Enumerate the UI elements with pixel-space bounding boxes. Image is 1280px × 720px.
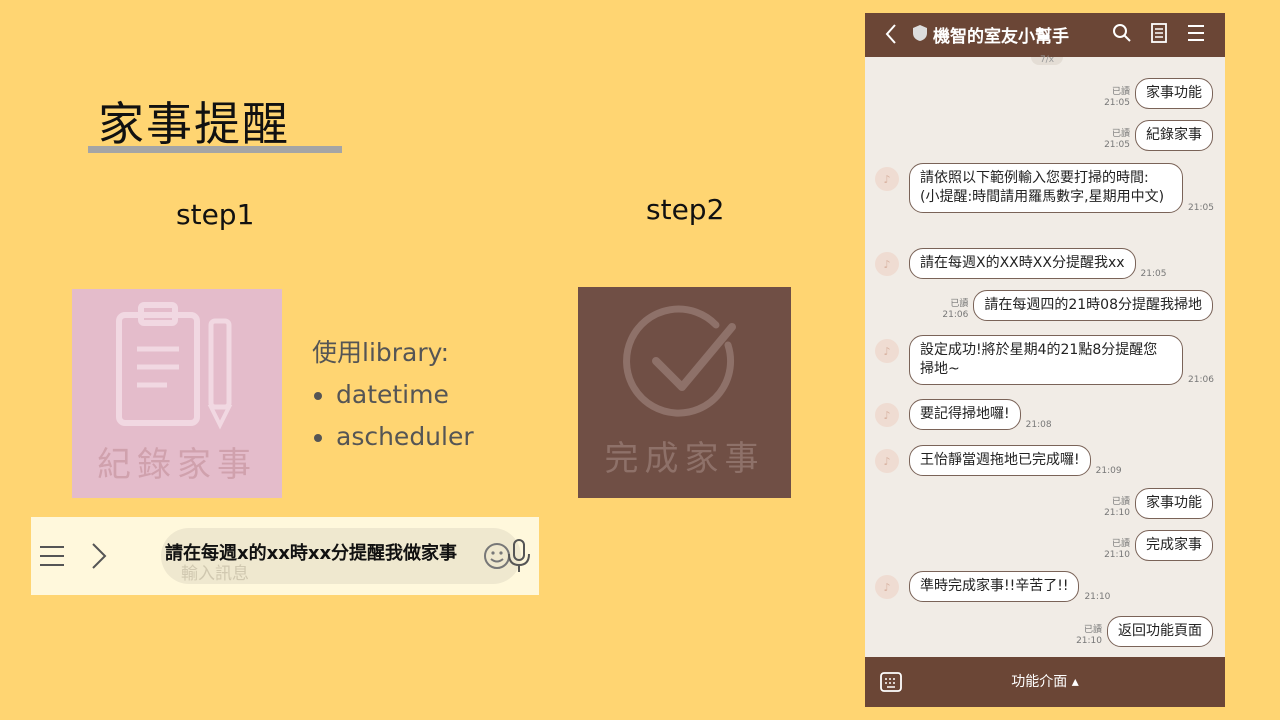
message-input-bar: 輸入訊息 請在每週x的xx時xx分提醒我做家事 <box>31 517 539 595</box>
message-time: 21:10 <box>1104 508 1130 518</box>
message-text: 請依照以下範例輸入您要打掃的時間: (小提醒:時間請用羅馬數字,星期用中文) <box>909 163 1183 213</box>
message-text: 準時完成家事!!辛苦了!! <box>909 571 1080 602</box>
clipboard-pen-icon <box>116 302 233 430</box>
message-time: 21:05 <box>1104 98 1130 108</box>
message-text: 請在每週四的21時08分提醒我掃地 <box>973 290 1213 321</box>
bot-avatar: ♪ <box>875 252 899 276</box>
chat-footer: 功能介面 ▴ <box>865 657 1225 707</box>
record-chore-caption: 紀錄家事 <box>97 445 257 485</box>
message-incoming: ♪ 設定成功!將於星期4的21點8分提醒您 掃地~ 21:06 <box>875 335 1214 385</box>
library-item: datetime <box>336 374 474 416</box>
message-outgoing: 已讀 21:10 返回功能頁面 <box>1076 616 1213 647</box>
message-input-text: 請在每週x的xx時xx分提醒我做家事 <box>165 543 458 564</box>
message-outgoing: 已讀 21:05 家事功能 <box>1104 78 1213 109</box>
step1-label: step1 <box>176 198 255 231</box>
message-time: 21:06 <box>942 310 969 320</box>
message-incoming: ♪ 準時完成家事!!辛苦了!! 21:10 <box>875 571 1110 602</box>
message-outgoing: 已讀 21:06 請在每週四的21時08分提醒我掃地 <box>942 290 1213 321</box>
message-time: 21:05 <box>1140 269 1167 279</box>
read-status: 已讀 <box>950 299 969 309</box>
notes-icon[interactable] <box>1151 23 1167 43</box>
bot-avatar: ♪ <box>875 339 899 363</box>
complete-chore-caption: 完成家事 <box>604 439 765 479</box>
check-circle-icon <box>622 305 736 417</box>
message-time: 21:05 <box>1188 203 1214 213</box>
complete-chore-tile[interactable]: 完成家事 <box>578 287 791 498</box>
shield-icon <box>913 25 927 41</box>
slide-title: 家事提醒 <box>98 97 290 151</box>
bot-avatar: ♪ <box>875 449 899 473</box>
message-time: 21:10 <box>1076 636 1102 646</box>
message-incoming: ♪ 請在每週X的XX時XX分提醒我xx 21:05 <box>875 248 1166 279</box>
chevron-right-icon[interactable] <box>91 542 107 570</box>
chat-screenshot: 機智的室友小幫手 7/x 已讀 21:05 家事功能 已讀 21:05 紀錄家事 ♪… <box>865 13 1225 707</box>
message-incoming: ♪ 要記得掃地囉! 21:08 <box>875 399 1052 430</box>
search-icon[interactable] <box>1112 23 1132 43</box>
message-outgoing: 已讀 21:10 家事功能 <box>1104 488 1213 519</box>
message-incoming: ♪ 王怡靜當週拖地已完成囉! 21:09 <box>875 445 1122 476</box>
message-text: 完成家事 <box>1135 530 1213 561</box>
read-status: 已讀 <box>1111 87 1130 97</box>
message-time: 21:08 <box>1025 420 1052 430</box>
read-status: 已讀 <box>1111 129 1130 139</box>
message-outgoing: 已讀 21:10 完成家事 <box>1104 530 1213 561</box>
library-label: 使用library: <box>312 338 450 367</box>
record-chore-tile[interactable]: 紀錄家事 <box>72 289 282 498</box>
message-text: 家事功能 <box>1135 78 1213 109</box>
message-time: 21:05 <box>1104 140 1130 150</box>
message-incoming: ♪ 請依照以下範例輸入您要打掃的時間: (小提醒:時間請用羅馬數字,星期用中文)… <box>875 163 1214 213</box>
bot-avatar: ♪ <box>875 403 899 427</box>
message-time: 21:10 <box>1104 550 1130 560</box>
menu-icon[interactable] <box>39 544 65 568</box>
menu-icon[interactable] <box>1187 24 1205 42</box>
title-underline <box>88 146 342 153</box>
message-text: 王怡靜當週拖地已完成囉! <box>909 445 1091 476</box>
message-time: 21:10 <box>1084 592 1111 602</box>
chat-title: 機智的室友小幫手 <box>933 27 1069 47</box>
read-status: 已讀 <box>1083 625 1102 635</box>
read-status: 已讀 <box>1111 497 1130 507</box>
message-time: 21:09 <box>1095 466 1122 476</box>
rich-menu-toggle[interactable]: 功能介面 ▴ <box>865 671 1225 691</box>
message-text: 要記得掃地囉! <box>909 399 1021 430</box>
date-chip: 7/x <box>1031 56 1063 65</box>
chat-header: 機智的室友小幫手 <box>865 13 1225 57</box>
message-text: 設定成功!將於星期4的21點8分提醒您 掃地~ <box>909 335 1183 385</box>
back-arrow-icon[interactable] <box>885 23 897 45</box>
bot-avatar: ♪ <box>875 575 899 599</box>
microphone-icon[interactable] <box>507 539 531 573</box>
message-outgoing: 已讀 21:05 紀錄家事 <box>1104 120 1213 151</box>
library-item: ascheduler <box>336 416 474 458</box>
message-text: 家事功能 <box>1135 488 1213 519</box>
message-text: 返回功能頁面 <box>1107 616 1213 647</box>
library-list: 使用library: datetime ascheduler <box>312 332 474 458</box>
read-status: 已讀 <box>1111 539 1130 549</box>
message-time: 21:06 <box>1188 375 1214 385</box>
message-text: 請在每週X的XX時XX分提醒我xx <box>909 248 1136 279</box>
step2-label: step2 <box>646 193 725 226</box>
bot-avatar: ♪ <box>875 167 899 191</box>
message-text: 紀錄家事 <box>1135 120 1213 151</box>
